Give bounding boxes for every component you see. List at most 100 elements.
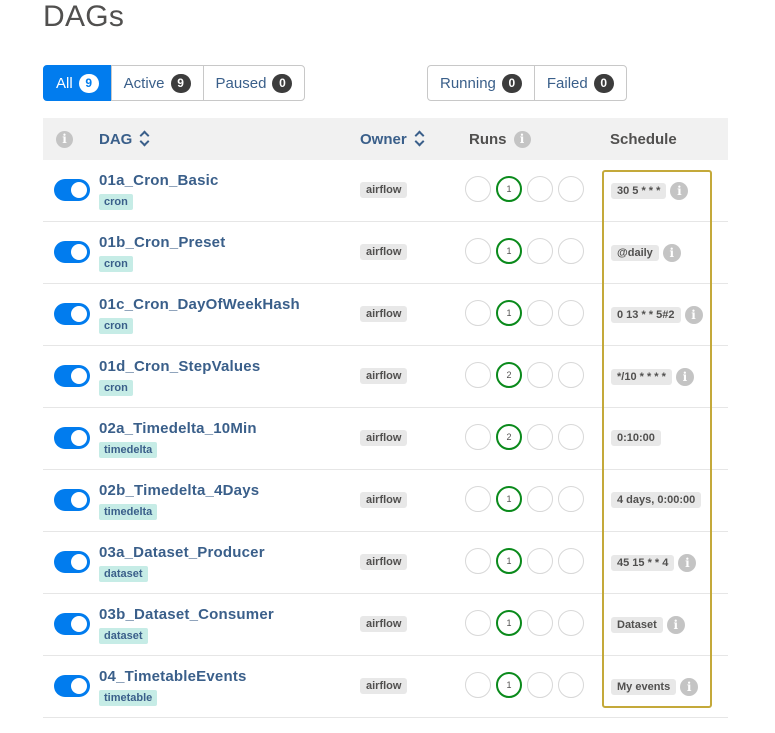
run-success-circle[interactable]: 1 bbox=[496, 176, 522, 202]
run-empty-circle[interactable] bbox=[558, 486, 584, 512]
owner-badge[interactable]: airflow bbox=[360, 244, 408, 260]
header-owner-sort[interactable]: Owner bbox=[360, 131, 425, 148]
dag-pause-toggle[interactable] bbox=[54, 241, 90, 263]
run-empty-circle[interactable] bbox=[465, 238, 491, 264]
owner-badge[interactable]: airflow bbox=[360, 678, 408, 694]
run-empty-circle[interactable] bbox=[558, 362, 584, 388]
dag-pause-toggle[interactable] bbox=[54, 303, 90, 325]
schedule-info-icon[interactable]: i bbox=[684, 306, 703, 324]
schedule-badge[interactable]: */10 * * * * bbox=[611, 369, 672, 385]
dag-tag[interactable]: timedelta bbox=[99, 442, 158, 458]
schedule-badge[interactable]: My events bbox=[611, 679, 677, 695]
run-empty-circle[interactable] bbox=[465, 486, 491, 512]
header-info-icon[interactable]: i bbox=[56, 130, 73, 148]
header-dag-sort[interactable]: DAG bbox=[99, 131, 150, 148]
runs-status: 1 bbox=[465, 300, 589, 326]
dag-pause-toggle[interactable] bbox=[54, 365, 90, 387]
dag-tag[interactable]: timetable bbox=[99, 690, 158, 706]
run-empty-circle[interactable] bbox=[558, 424, 584, 450]
run-empty-circle[interactable] bbox=[465, 548, 491, 574]
run-empty-circle[interactable] bbox=[558, 238, 584, 264]
schedule-info-icon[interactable]: i bbox=[675, 368, 694, 386]
run-empty-circle[interactable] bbox=[527, 424, 553, 450]
dag-tag[interactable]: cron bbox=[99, 194, 133, 210]
dag-link[interactable]: 03b_Dataset_Consumer bbox=[99, 606, 274, 623]
schedule-badge[interactable]: @daily bbox=[611, 245, 659, 261]
run-empty-circle[interactable] bbox=[527, 176, 553, 202]
run-empty-circle[interactable] bbox=[527, 300, 553, 326]
schedule-info-icon[interactable]: i bbox=[678, 554, 697, 572]
run-empty-circle[interactable] bbox=[558, 548, 584, 574]
run-success-circle[interactable]: 1 bbox=[496, 300, 522, 326]
filter-active-label: Active bbox=[123, 74, 165, 92]
run-empty-circle[interactable] bbox=[465, 610, 491, 636]
run-empty-circle[interactable] bbox=[558, 610, 584, 636]
schedule-badge[interactable]: 0 13 * * 5#2 bbox=[611, 307, 681, 323]
schedule-badge[interactable]: 0:10:00 bbox=[611, 430, 661, 446]
owner-badge[interactable]: airflow bbox=[360, 182, 408, 198]
run-success-circle[interactable]: 1 bbox=[496, 548, 522, 574]
owner-badge[interactable]: airflow bbox=[360, 492, 408, 508]
run-empty-circle[interactable] bbox=[527, 610, 553, 636]
run-empty-circle[interactable] bbox=[465, 672, 491, 698]
schedule-badge[interactable]: 45 15 * * 4 bbox=[611, 555, 675, 571]
schedule-badge[interactable]: 30 5 * * * bbox=[611, 183, 667, 199]
dag-pause-toggle[interactable] bbox=[54, 613, 90, 635]
filter-all-button[interactable]: All 9 bbox=[43, 65, 112, 101]
schedule-badge[interactable]: 4 days, 0:00:00 bbox=[611, 492, 702, 508]
dag-link[interactable]: 04_TimetableEvents bbox=[99, 668, 247, 685]
schedule-info-icon[interactable]: i bbox=[666, 616, 685, 634]
schedule-info-icon[interactable]: i bbox=[670, 182, 689, 200]
dag-tag[interactable]: dataset bbox=[99, 628, 148, 644]
page-title: DAGs bbox=[43, 0, 125, 33]
dag-pause-toggle[interactable] bbox=[54, 179, 90, 201]
dag-link[interactable]: 01a_Cron_Basic bbox=[99, 172, 219, 189]
run-empty-circle[interactable] bbox=[527, 548, 553, 574]
dag-link[interactable]: 01d_Cron_StepValues bbox=[99, 358, 260, 375]
run-empty-circle[interactable] bbox=[465, 176, 491, 202]
filter-failed-button[interactable]: Failed 0 bbox=[533, 65, 627, 101]
dag-link[interactable]: 02b_Timedelta_4Days bbox=[99, 482, 259, 499]
dag-link[interactable]: 01b_Cron_Preset bbox=[99, 234, 225, 251]
run-empty-circle[interactable] bbox=[465, 424, 491, 450]
dag-link[interactable]: 02a_Timedelta_10Min bbox=[99, 420, 257, 437]
run-success-circle[interactable]: 1 bbox=[496, 610, 522, 636]
dag-pause-toggle[interactable] bbox=[54, 489, 90, 511]
filter-running-button[interactable]: Running 0 bbox=[427, 65, 535, 101]
dag-tag[interactable]: dataset bbox=[99, 566, 148, 582]
run-empty-circle[interactable] bbox=[465, 362, 491, 388]
filter-paused-button[interactable]: Paused 0 bbox=[202, 65, 306, 101]
dag-tag[interactable]: cron bbox=[99, 256, 133, 272]
run-empty-circle[interactable] bbox=[558, 672, 584, 698]
dag-pause-toggle[interactable] bbox=[54, 427, 90, 449]
schedule-info-icon[interactable]: i bbox=[680, 678, 699, 696]
schedule-badge[interactable]: Dataset bbox=[611, 617, 663, 633]
run-success-circle[interactable]: 1 bbox=[496, 672, 522, 698]
run-success-circle[interactable]: 2 bbox=[496, 362, 522, 388]
run-empty-circle[interactable] bbox=[527, 672, 553, 698]
owner-badge[interactable]: airflow bbox=[360, 306, 408, 322]
owner-badge[interactable]: airflow bbox=[360, 554, 408, 570]
dag-tag[interactable]: cron bbox=[99, 380, 133, 396]
owner-badge[interactable]: airflow bbox=[360, 616, 408, 632]
run-empty-circle[interactable] bbox=[527, 362, 553, 388]
owner-badge[interactable]: airflow bbox=[360, 430, 408, 446]
dag-pause-toggle[interactable] bbox=[54, 551, 90, 573]
dag-link[interactable]: 03a_Dataset_Producer bbox=[99, 544, 265, 561]
run-empty-circle[interactable] bbox=[465, 300, 491, 326]
run-empty-circle[interactable] bbox=[527, 486, 553, 512]
dag-tag[interactable]: timedelta bbox=[99, 504, 158, 520]
dag-pause-toggle[interactable] bbox=[54, 675, 90, 697]
run-success-circle[interactable]: 1 bbox=[496, 486, 522, 512]
run-empty-circle[interactable] bbox=[558, 176, 584, 202]
run-empty-circle[interactable] bbox=[527, 238, 553, 264]
run-empty-circle[interactable] bbox=[558, 300, 584, 326]
schedule-info-icon[interactable]: i bbox=[662, 244, 681, 262]
filter-active-button[interactable]: Active 9 bbox=[110, 65, 204, 101]
dag-link[interactable]: 01c_Cron_DayOfWeekHash bbox=[99, 296, 300, 313]
run-success-circle[interactable]: 1 bbox=[496, 238, 522, 264]
dag-tag[interactable]: cron bbox=[99, 318, 133, 334]
run-success-circle[interactable]: 2 bbox=[496, 424, 522, 450]
runs-info-icon[interactable]: i bbox=[513, 130, 531, 148]
owner-badge[interactable]: airflow bbox=[360, 368, 408, 384]
